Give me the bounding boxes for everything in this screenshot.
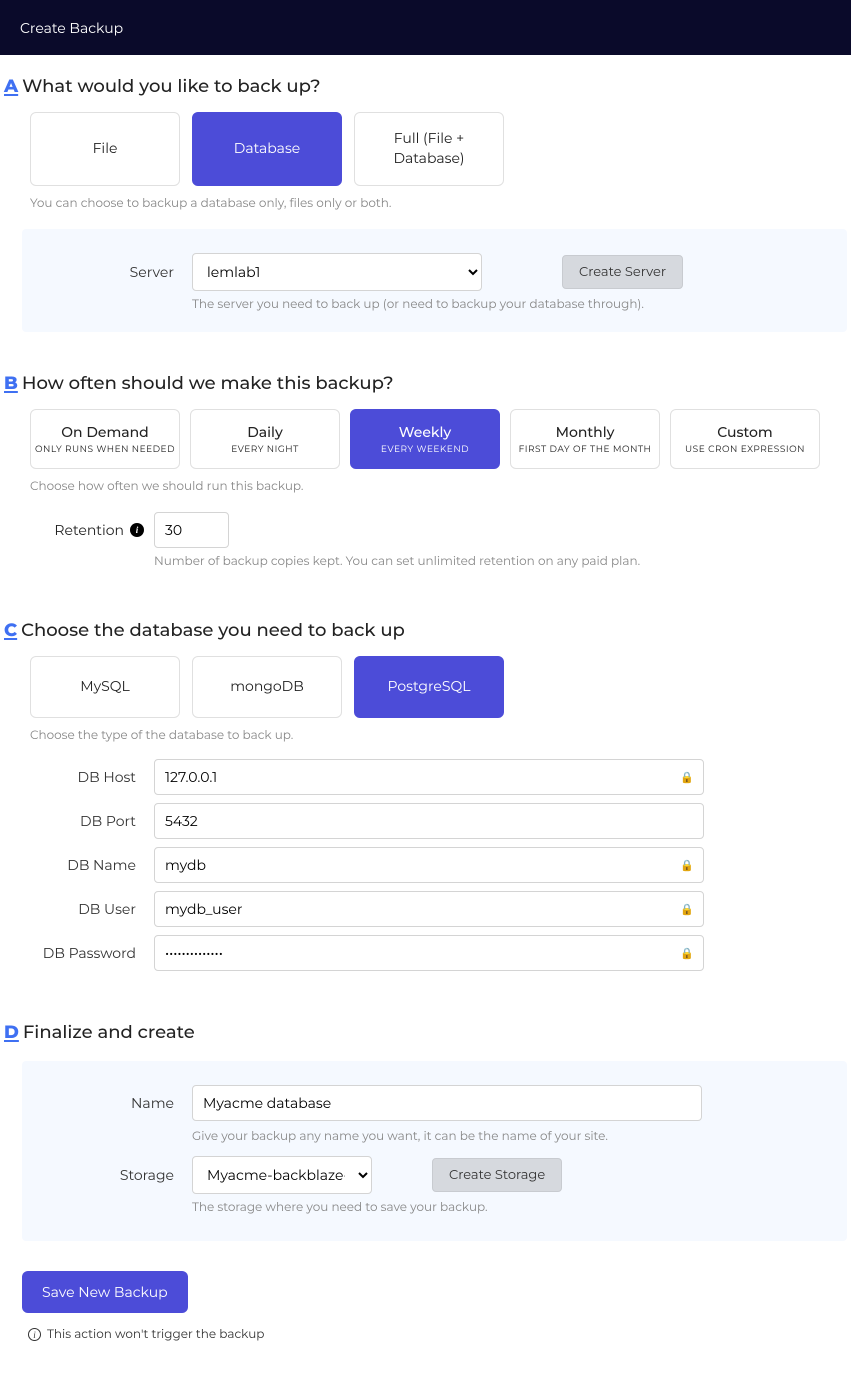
server-help: The server you need to back up (or need … [192, 297, 827, 312]
topbar: Create Backup [0, 0, 851, 55]
db-user-wrap: 🔒 [154, 891, 704, 927]
db-name-input[interactable] [154, 847, 704, 883]
freq-custom[interactable]: Custom USE CRON EXPRESSION [670, 409, 820, 469]
section-c-heading: C Choose the database you need to back u… [4, 619, 847, 641]
server-select[interactable]: lemlab1 [192, 253, 482, 291]
db-user-input[interactable] [154, 891, 704, 927]
db-form: DB Host 🔒 DB Port DB Name 🔒 DB User 🔒 [4, 759, 847, 971]
backup-type-cards: File Database Full (File + Database) [30, 112, 847, 186]
db-password-wrap: 🔒 [154, 935, 704, 971]
freq-on-demand[interactable]: On Demand ONLY RUNS WHEN NEEDED [30, 409, 180, 469]
db-password-input[interactable] [154, 935, 704, 971]
freq-weekly[interactable]: Weekly EVERY WEEKEND [350, 409, 500, 469]
backup-type-file[interactable]: File [30, 112, 180, 186]
storage-select[interactable]: Myacme-backblaze-bucket [192, 1156, 372, 1194]
db-host-label: DB Host [4, 768, 144, 786]
section-a-heading: A What would you like to back up? [4, 75, 847, 97]
frequency-cards: On Demand ONLY RUNS WHEN NEEDED Daily EV… [30, 409, 847, 469]
section-d-heading: D Finalize and create [4, 1021, 847, 1043]
backup-type-database[interactable]: Database [192, 112, 342, 186]
retention-input[interactable] [154, 512, 229, 548]
create-server-wrap: Create Server [562, 255, 827, 289]
freq-custom-sub: USE CRON EXPRESSION [685, 444, 805, 455]
section-d-title: Finalize and create [23, 1021, 195, 1043]
lock-icon: 🔒 [680, 770, 694, 784]
create-storage-wrap: Create Storage [432, 1158, 827, 1192]
backup-type-full[interactable]: Full (File + Database) [354, 112, 504, 186]
db-mongodb[interactable]: mongoDB [192, 656, 342, 718]
section-b-title: How often should we make this backup? [22, 372, 394, 394]
db-password-label: DB Password [4, 944, 144, 962]
freq-daily[interactable]: Daily EVERY NIGHT [190, 409, 340, 469]
footnote-text: This action won't trigger the backup [47, 1327, 264, 1342]
section-letter-b: B [4, 374, 18, 392]
server-label: Server [42, 263, 182, 281]
create-server-button[interactable]: Create Server [562, 255, 683, 289]
frequency-hint: Choose how often we should run this back… [30, 479, 847, 494]
db-engine-cards: MySQL mongoDB PostgreSQL [30, 656, 847, 718]
section-letter-d: D [4, 1023, 19, 1041]
section-a-title: What would you like to back up? [22, 75, 320, 97]
freq-on-demand-title: On Demand [61, 423, 148, 441]
page-title: Create Backup [20, 19, 123, 37]
db-engine-hint: Choose the type of the database to back … [30, 728, 847, 743]
db-postgresql[interactable]: PostgreSQL [354, 656, 504, 718]
server-panel: Server lemlab1 Create Server The server … [22, 229, 847, 332]
freq-daily-sub: EVERY NIGHT [231, 444, 299, 455]
finalize-panel: Name Give your backup any name you want,… [22, 1061, 847, 1241]
backup-name-input[interactable] [192, 1085, 702, 1121]
lock-icon: 🔒 [680, 946, 694, 960]
info-icon[interactable]: i [130, 523, 144, 537]
section-b-heading: B How often should we make this backup? [4, 372, 847, 394]
storage-label: Storage [42, 1166, 182, 1184]
retention-label: Retention [54, 521, 124, 539]
db-host-input[interactable] [154, 759, 704, 795]
section-letter-a: A [4, 77, 18, 95]
info-icon: i [28, 1328, 41, 1341]
db-port-label: DB Port [4, 812, 144, 830]
storage-help: The storage where you need to save your … [192, 1200, 827, 1215]
retention-row: Retention i [4, 512, 847, 548]
db-name-wrap: 🔒 [154, 847, 704, 883]
save-wrap: Save New Backup [22, 1271, 847, 1313]
freq-monthly[interactable]: Monthly FIRST DAY OF THE MONTH [510, 409, 660, 469]
db-user-label: DB User [4, 900, 144, 918]
section-letter-c: C [4, 621, 17, 639]
server-row: Server lemlab1 Create Server [42, 253, 827, 291]
storage-row: Storage Myacme-backblaze-bucket Create S… [42, 1156, 827, 1194]
retention-help: Number of backup copies kept. You can se… [154, 554, 847, 569]
freq-weekly-sub: EVERY WEEKEND [381, 444, 469, 455]
freq-daily-title: Daily [247, 423, 283, 441]
db-port-input[interactable] [154, 803, 704, 839]
backup-name-label: Name [42, 1094, 182, 1112]
db-mysql[interactable]: MySQL [30, 656, 180, 718]
lock-icon: 🔒 [680, 902, 694, 916]
content: A What would you like to back up? File D… [0, 75, 851, 1382]
freq-monthly-title: Monthly [556, 423, 615, 441]
footnote: i This action won't trigger the backup [28, 1327, 847, 1342]
freq-on-demand-sub: ONLY RUNS WHEN NEEDED [35, 444, 175, 455]
freq-monthly-sub: FIRST DAY OF THE MONTH [519, 444, 652, 455]
retention-label-wrap: Retention i [4, 521, 144, 539]
db-host-wrap: 🔒 [154, 759, 704, 795]
freq-custom-title: Custom [717, 423, 772, 441]
lock-icon: 🔒 [680, 858, 694, 872]
backup-name-help: Give your backup any name you want, it c… [192, 1129, 827, 1144]
db-name-label: DB Name [4, 856, 144, 874]
create-storage-button[interactable]: Create Storage [432, 1158, 562, 1192]
backup-type-hint: You can choose to backup a database only… [30, 196, 847, 211]
freq-weekly-title: Weekly [399, 423, 451, 441]
save-backup-button[interactable]: Save New Backup [22, 1271, 188, 1313]
section-c-title: Choose the database you need to back up [21, 619, 405, 641]
